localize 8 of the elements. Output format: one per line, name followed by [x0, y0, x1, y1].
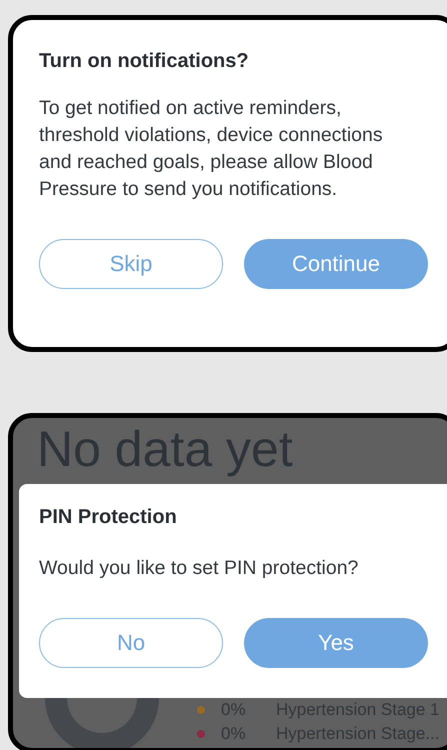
- dialog-title: PIN Protection: [39, 506, 178, 529]
- dialog-title: Turn on notifications?: [39, 50, 250, 73]
- no-button[interactable]: No: [39, 618, 223, 668]
- continue-button[interactable]: Continue: [244, 239, 428, 289]
- dialog-message: Would you like to set PIN protection?: [39, 556, 360, 581]
- dialog-message: To get notified on active reminders, threshold violations, device connections and reached goals, please allow Blood Pressure to send you notifications.: [39, 96, 384, 202]
- skip-button[interactable]: Skip: [39, 239, 223, 289]
- yes-button[interactable]: Yes: [244, 618, 428, 668]
